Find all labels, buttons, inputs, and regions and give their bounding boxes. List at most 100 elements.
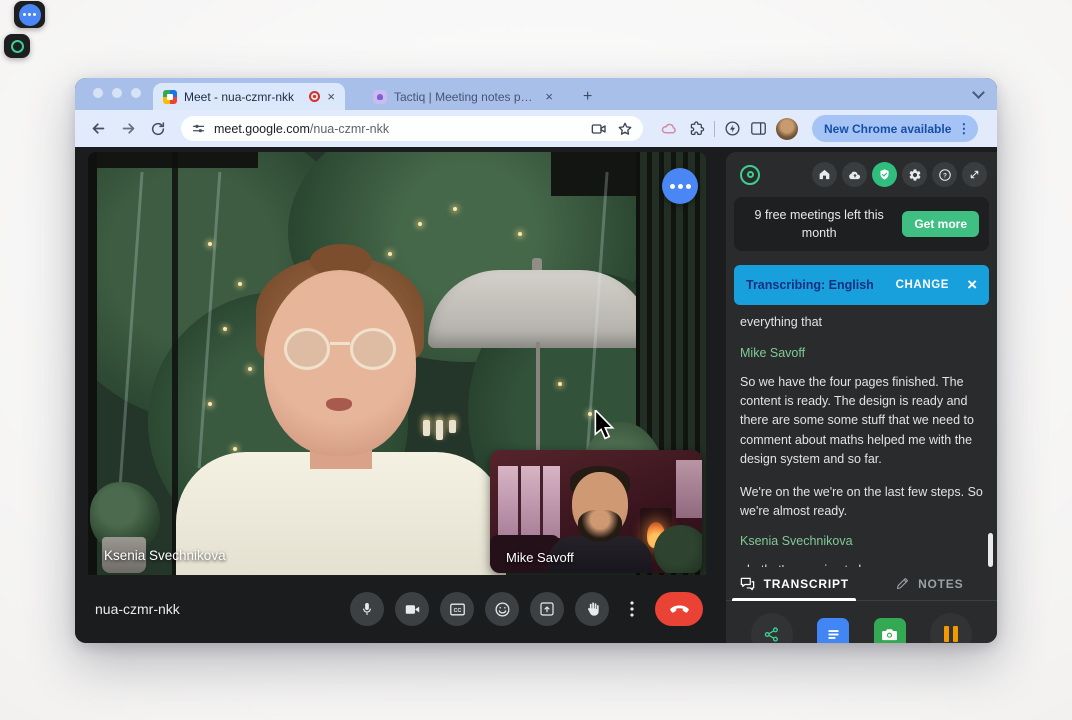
tune-icon: [191, 121, 206, 136]
change-language-button[interactable]: CHANGE: [896, 279, 949, 291]
pip-window-mullion: [518, 466, 521, 538]
transcript-scrollbar[interactable]: [988, 533, 993, 567]
window-controls[interactable]: [93, 88, 141, 98]
transcript-panel[interactable]: everything that Mike Savoff So we have t…: [726, 305, 997, 567]
pause-transcription-button[interactable]: [930, 613, 972, 643]
tactiq-tabs: TRANSCRIPT NOTES: [726, 567, 997, 601]
camera-button[interactable]: [395, 592, 429, 626]
floating-chat-badge[interactable]: [14, 1, 45, 28]
tab-tactiq[interactable]: Tactiq | Meeting notes power ×: [363, 83, 563, 110]
share-button[interactable]: [751, 613, 793, 643]
more-vert-icon: [630, 601, 634, 617]
address-bar[interactable]: meet.google.com/nua-czmr-nkk: [181, 116, 643, 141]
meeting-code-label: nua-czmr-nkk: [95, 601, 180, 617]
raise-hand-button[interactable]: [575, 592, 609, 626]
mouse-cursor: [591, 410, 617, 440]
window-zoom-button[interactable]: [131, 88, 141, 98]
umbrella-canopy: [428, 270, 652, 348]
transcript-text: So we have the four pages finished. The …: [740, 373, 983, 470]
transcribing-banner: Transcribing: English CHANGE ×: [734, 265, 989, 305]
meet-control-bar: nua-czmr-nkk CC: [75, 575, 725, 643]
reload-button[interactable]: [145, 116, 171, 142]
battery-saver-icon[interactable]: [724, 120, 741, 137]
window-close-button[interactable]: [93, 88, 103, 98]
tactiq-logo-icon: [11, 40, 24, 53]
participant-glasses: [284, 328, 396, 372]
browser-window: Meet - nua-czmr-nkk × Tactiq | Meeting n…: [75, 78, 997, 643]
browser-toolbar: meet.google.com/nua-czmr-nkk New Chrome …: [75, 110, 997, 147]
tactiq-favicon-icon: [373, 90, 387, 104]
pip-name-label: Mike Savoff: [506, 550, 574, 565]
home-button[interactable]: [812, 162, 837, 187]
tab-notes-label: NOTES: [918, 577, 963, 591]
transcript-speaker: Ksenia Svechnikova: [740, 534, 983, 548]
side-panel-icon[interactable]: [750, 121, 767, 136]
meet-page: Ksenia Svechnikova Mike Savoff: [75, 147, 997, 643]
share-icon: [763, 626, 780, 643]
present-button[interactable]: [530, 592, 564, 626]
participant-video-pip[interactable]: Mike Savoff: [490, 450, 702, 573]
floating-tactiq-badge[interactable]: [4, 34, 30, 58]
more-options-button[interactable]: [620, 592, 644, 626]
tab-notes[interactable]: NOTES: [862, 567, 998, 600]
resize-panel-button[interactable]: [962, 162, 987, 187]
close-banner-icon[interactable]: ×: [967, 275, 977, 295]
transcript-speaker: Mike Savoff: [740, 346, 983, 360]
umbrella-pole: [536, 342, 540, 462]
end-call-button[interactable]: [655, 592, 703, 626]
mic-button[interactable]: [350, 592, 384, 626]
pip-window: [498, 466, 560, 538]
emoji-icon: [494, 601, 511, 618]
meet-favicon-icon: [163, 90, 177, 104]
tab-transcript[interactable]: TRANSCRIPT: [726, 567, 862, 600]
svg-text:?: ?: [943, 172, 947, 179]
pip-plant: [654, 525, 702, 573]
chat-bubble-button[interactable]: [662, 168, 698, 204]
tab-transcript-label: TRANSCRIPT: [764, 577, 849, 591]
reactions-button[interactable]: [485, 592, 519, 626]
tab-close-icon[interactable]: ×: [545, 89, 553, 104]
help-icon: ?: [938, 168, 952, 182]
doc-icon: [826, 627, 841, 642]
shield-check-button[interactable]: [872, 162, 897, 187]
help-button[interactable]: ?: [932, 162, 957, 187]
tab-close-icon[interactable]: ×: [327, 89, 335, 104]
chevron-down-icon[interactable]: [972, 86, 985, 99]
transcript-text: We're on the we're on the last few steps…: [740, 483, 983, 522]
pip-window: [676, 460, 702, 518]
tab-strip: Meet - nua-czmr-nkk × Tactiq | Meeting n…: [75, 78, 997, 110]
extension-pink-icon[interactable]: [661, 121, 679, 137]
tactiq-sidebar: ? 9 free meetings left this month Get mo…: [726, 152, 997, 643]
back-button[interactable]: [85, 116, 111, 142]
notes-doc-button[interactable]: [817, 618, 849, 643]
raise-hand-icon: [585, 601, 600, 617]
videocam-icon: [404, 602, 421, 617]
cloud-upload-button[interactable]: [842, 162, 867, 187]
cloud-upload-icon: [848, 169, 862, 181]
captions-button[interactable]: CC: [440, 592, 474, 626]
quota-text: 9 free meetings left this month: [744, 206, 894, 242]
gear-icon: [908, 168, 922, 182]
pencil-icon: [895, 576, 910, 591]
bookmark-star-icon[interactable]: [617, 121, 633, 137]
shield-check-icon: [878, 168, 891, 181]
extensions-puzzle-icon[interactable]: [688, 120, 705, 137]
forward-button[interactable]: [115, 116, 141, 142]
profile-avatar[interactable]: [776, 118, 798, 140]
chrome-update-button[interactable]: New Chrome available ⋮: [812, 115, 978, 142]
tab-title: Meet - nua-czmr-nkk: [184, 90, 302, 104]
participant-video-main[interactable]: Ksenia Svechnikova Mike Savoff: [88, 152, 706, 575]
pip-participant-beard: [578, 510, 622, 542]
tab-meet[interactable]: Meet - nua-czmr-nkk ×: [153, 83, 345, 110]
camera-tab-icon[interactable]: [591, 122, 607, 136]
screenshot-button[interactable]: [874, 618, 906, 643]
settings-button[interactable]: [902, 162, 927, 187]
tactiq-action-bar: [726, 601, 997, 643]
end-call-icon: [670, 605, 689, 613]
quota-card: 9 free meetings left this month Get more: [734, 197, 989, 251]
get-more-button[interactable]: Get more: [902, 211, 979, 237]
new-tab-button[interactable]: +: [577, 83, 598, 110]
svg-text:CC: CC: [453, 607, 461, 613]
browser-menu-icon[interactable]: ⋮: [957, 121, 970, 137]
window-minimize-button[interactable]: [112, 88, 122, 98]
